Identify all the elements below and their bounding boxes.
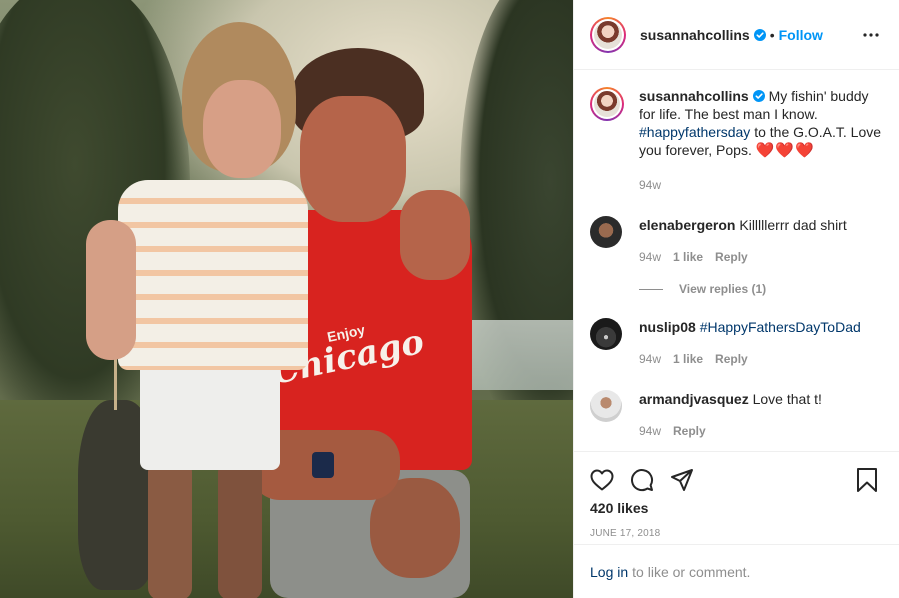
comment-icon[interactable] [622,460,662,500]
comments-list[interactable]: susannahcollins My fishin' buddy for lif… [574,71,899,451]
follow-button[interactable]: Follow [779,27,823,43]
header-separator: • [769,26,775,43]
caption-username[interactable]: susannahcollins [639,88,749,104]
photo-girl-leg-right [218,460,262,598]
comment-item: armandjvasquez Love that t! 94w Reply [590,390,883,440]
photo-girl-arm [86,220,136,360]
login-prompt-text: to like or comment. [632,563,751,580]
author-avatar[interactable] [590,16,626,53]
comment-username[interactable]: nuslip08 [639,319,696,335]
share-icon[interactable] [662,460,702,500]
post-header: susannahcollins • Follow [574,0,899,70]
instagram-post: Enjoy Chicago susannahcollins • Follow s… [0,0,899,598]
post-actions-section: 420 likes JUNE 17, 2018 [574,451,899,539]
caption-avatar[interactable] [590,87,624,121]
post-date[interactable]: JUNE 17, 2018 [574,516,899,539]
caption-time[interactable]: 94w [639,176,661,194]
post-side-panel: susannahcollins • Follow susannahcollins… [573,0,899,598]
more-options-icon[interactable] [859,23,883,47]
comment-reply-button[interactable]: Reply [715,248,748,266]
comment-hashtag[interactable]: #HappyFathersDayToDad [700,319,861,335]
comment-time[interactable]: 94w [639,422,661,440]
post-photo[interactable]: Enjoy Chicago [0,0,573,598]
comment-time[interactable]: 94w [639,350,661,368]
view-replies-label: View replies (1) [679,282,767,296]
comment-reply-button[interactable]: Reply [673,422,706,440]
commenter-avatar[interactable] [590,390,622,422]
comment-text: Killlllerrr dad shirt [739,217,847,233]
view-replies-rule [639,288,663,290]
comment-username[interactable]: elenabergeron [639,217,735,233]
login-bar: Log in to like or comment. [574,544,899,598]
action-bar [574,452,899,498]
likes-count[interactable]: 420 likes [574,498,899,516]
photo-girl-shorts [140,360,280,470]
comment-text: Love that t! [752,391,822,407]
photo-girl-face [203,80,281,178]
photo-girl-leg-left [148,460,192,598]
author-username[interactable]: susannahcollins [640,27,750,43]
heart-icon[interactable] [582,460,622,500]
photo-man-face [300,96,406,222]
comment-reply-button[interactable]: Reply [715,350,748,368]
caption-avatar-image [594,91,620,117]
bookmark-icon[interactable] [847,460,887,500]
commenter-avatar[interactable] [590,318,622,350]
photo-man-arm [400,190,470,280]
caption-hearts: ❤️❤️❤️ [755,142,815,159]
comment-username[interactable]: armandjvasquez [639,391,749,407]
comment-item: elenabergeron Killlllerrr dad shirt 94w … [590,216,883,266]
comment-likes[interactable]: 1 like [673,248,703,266]
comment-time[interactable]: 94w [639,248,661,266]
caption: susannahcollins My fishin' buddy for lif… [590,87,883,194]
login-link[interactable]: Log in [590,564,628,580]
caption-hashtag[interactable]: #happyfathersday [639,124,750,140]
photo-girl-shirt [118,180,308,370]
verified-badge-icon [752,90,765,102]
view-replies-button[interactable]: View replies (1) [639,282,883,296]
commenter-avatar[interactable] [590,216,622,248]
author-avatar-image [594,20,622,49]
verified-badge-icon [753,28,766,41]
comment-item: nuslip08 #HappyFathersDayToDad 94w 1 lik… [590,318,883,368]
comment-likes[interactable]: 1 like [673,350,703,368]
photo-watch [312,452,334,478]
